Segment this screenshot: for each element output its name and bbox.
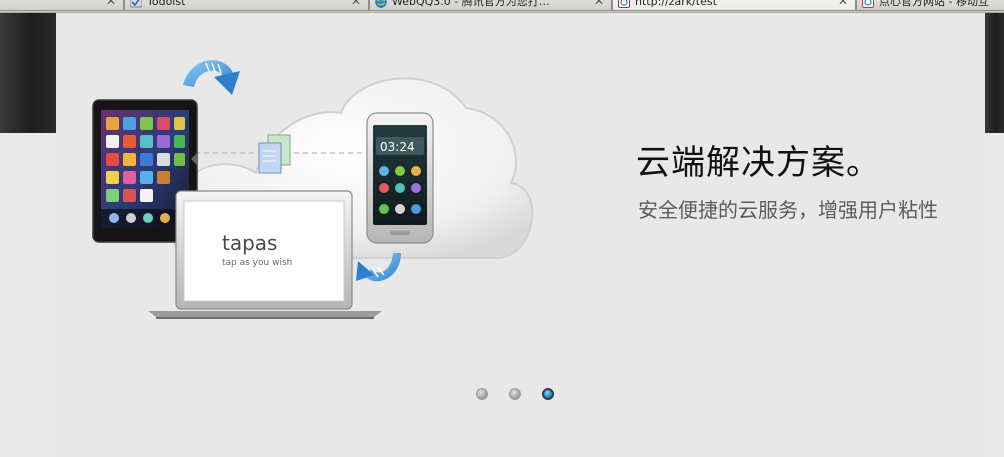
hero-subline: 安全便捷的云服务，增强用户粘性 [638,198,938,222]
hero-banner: 03:24 tapas tap as you wish 云端解决方案。 安全便捷… [56,13,985,457]
tab-close-icon[interactable]: ✕ [106,0,116,9]
page-favicon-icon [862,0,874,8]
tab-strip: ✕ Todoist ✕ WebQQ3.0 - 腾讯官方为您打… ✕ http:/… [0,0,1004,13]
laptop-device: tapas tap as you wish [148,190,382,319]
tab-title: http://zark/test [635,0,717,8]
sync-arrow-icon [183,60,240,95]
left-dark-panel [0,13,56,133]
browser-viewport: ✕ Todoist ✕ WebQQ3.0 - 腾讯官方为您打… ✕ http:/… [0,0,1004,457]
tab-title: Todoist [147,0,186,8]
globe-favicon-icon [375,0,387,8]
tab-dianxin[interactable]: 点心官方网站 - 移动互 [856,0,1004,11]
tab-webqq[interactable]: WebQQ3.0 - 腾讯官方为您打… ✕ [369,0,612,11]
right-dark-panel [985,13,1004,133]
smartphone-device: 03:24 [366,112,434,244]
tab-zark-test[interactable]: http://zark/test ✕ [612,0,856,11]
cloud-devices-illustration: 03:24 tapas tap as you wish [92,60,534,319]
tab-previous[interactable]: ✕ [0,0,124,11]
page-favicon-icon [618,0,630,8]
carousel-dot-1[interactable] [476,388,488,400]
tab-close-icon[interactable]: ✕ [351,0,361,9]
tab-title: 点心官方网站 - 移动互 [879,0,989,8]
laptop-brand-text: tapas [222,231,277,255]
tab-todoist[interactable]: Todoist ✕ [124,0,369,11]
hero-headline: 云端解决方案。 [636,143,881,183]
tab-close-icon[interactable]: ✕ [838,0,848,9]
laptop-tagline-text: tap as you wish [222,258,292,268]
todoist-favicon-icon [130,0,142,8]
tab-close-icon[interactable]: ✕ [594,0,604,9]
carousel-dot-2[interactable] [509,388,521,400]
tab-title: WebQQ3.0 - 腾讯官方为您打… [392,0,550,8]
phone-clock: 03:24 [380,140,415,154]
carousel-dot-3-active[interactable] [542,388,554,400]
